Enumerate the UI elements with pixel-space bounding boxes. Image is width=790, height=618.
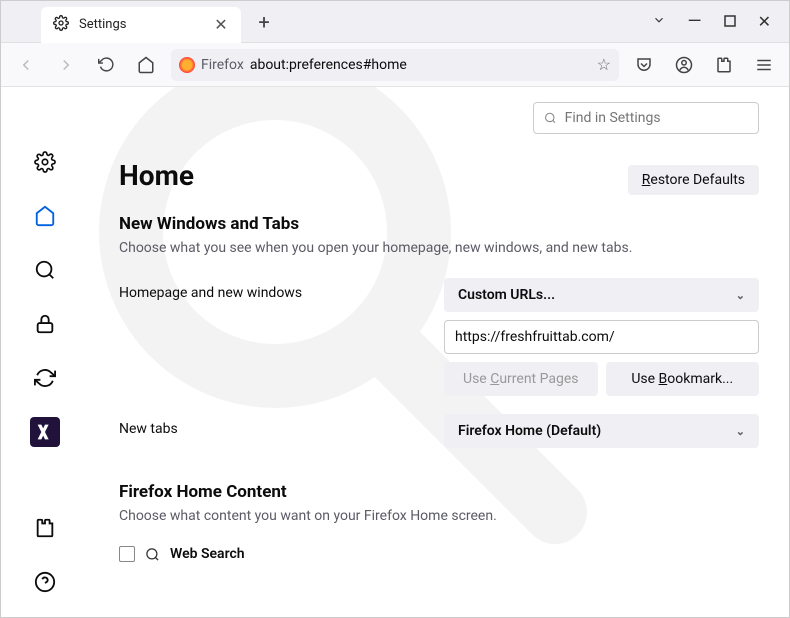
websearch-checkbox[interactable] [119,546,135,562]
reload-button[interactable] [91,50,121,80]
sidebar-more-from-mozilla[interactable] [30,417,60,447]
new-tab-button[interactable]: + [249,7,279,37]
search-icon [145,547,160,562]
chevron-down-icon: ⌄ [736,425,745,438]
sidebar-sync[interactable] [30,363,60,393]
home-button-toolbar[interactable] [131,50,161,80]
websearch-label: Web Search [170,546,245,562]
sidebar-extensions[interactable] [30,513,60,543]
sidebar-help[interactable] [30,567,60,597]
back-button[interactable] [11,50,41,80]
toolbar: Firefox about:preferences#home ☆ [1,43,789,87]
find-input[interactable] [565,110,748,126]
section-desc-newwindows: Choose what you see when you open your h… [119,240,759,256]
window-maximize-button[interactable] [724,12,736,31]
firefox-logo-icon [179,57,195,73]
sidebar-search[interactable] [30,255,60,285]
main-panel: Home Restore Defaults New Windows and Ta… [89,87,789,617]
section-title-newwindows: New Windows and Tabs [119,214,759,234]
use-current-pages-button[interactable]: Use Current Pages [444,362,598,396]
menu-button[interactable] [749,50,779,80]
firefox-window: Settings ✕ + — ✕ Fire [0,0,790,618]
pocket-button[interactable] [629,50,659,80]
restore-defaults-button[interactable]: Restore Defaults [628,165,759,195]
chevron-down-icon: ⌄ [736,289,745,302]
tab-close-button[interactable]: ✕ [213,17,229,33]
bookmark-star-icon[interactable]: ☆ [597,55,611,74]
window-close-button[interactable]: ✕ [758,12,771,31]
browser-tab[interactable]: Settings ✕ [41,7,241,43]
homepage-label: Homepage and new windows [119,278,444,301]
sidebar-home[interactable] [30,201,60,231]
homepage-dropdown-value: Custom URLs... [458,287,555,303]
account-button[interactable] [669,50,699,80]
titlebar: Settings ✕ + — ✕ [1,1,789,43]
forward-button[interactable] [51,50,81,80]
tab-title: Settings [79,17,126,32]
address-label: Firefox [201,57,244,73]
homepage-dropdown[interactable]: Custom URLs... ⌄ [444,278,759,312]
window-minimize-button[interactable]: — [688,11,702,32]
sidebar-general[interactable] [30,147,60,177]
find-in-settings[interactable] [533,102,759,134]
section-title-homecontent: Firefox Home Content [119,482,759,502]
address-url: about:preferences#home [250,57,407,73]
newtabs-dropdown[interactable]: Firefox Home (Default) ⌄ [444,414,759,448]
sidebar-privacy[interactable] [30,309,60,339]
extensions-button[interactable] [709,50,739,80]
settings-sidebar [1,87,89,617]
newtabs-label: New tabs [119,414,444,437]
homepage-url-input[interactable] [444,320,759,354]
address-bar[interactable]: Firefox about:preferences#home ☆ [171,49,619,81]
section-desc-homecontent: Choose what content you want on your Fir… [119,508,759,524]
use-bookmark-button[interactable]: Use Bookmark... [606,362,760,396]
gear-icon [53,15,69,35]
search-icon [544,111,557,125]
newtabs-dropdown-value: Firefox Home (Default) [458,423,601,439]
tabs-dropdown-button[interactable] [652,12,666,31]
